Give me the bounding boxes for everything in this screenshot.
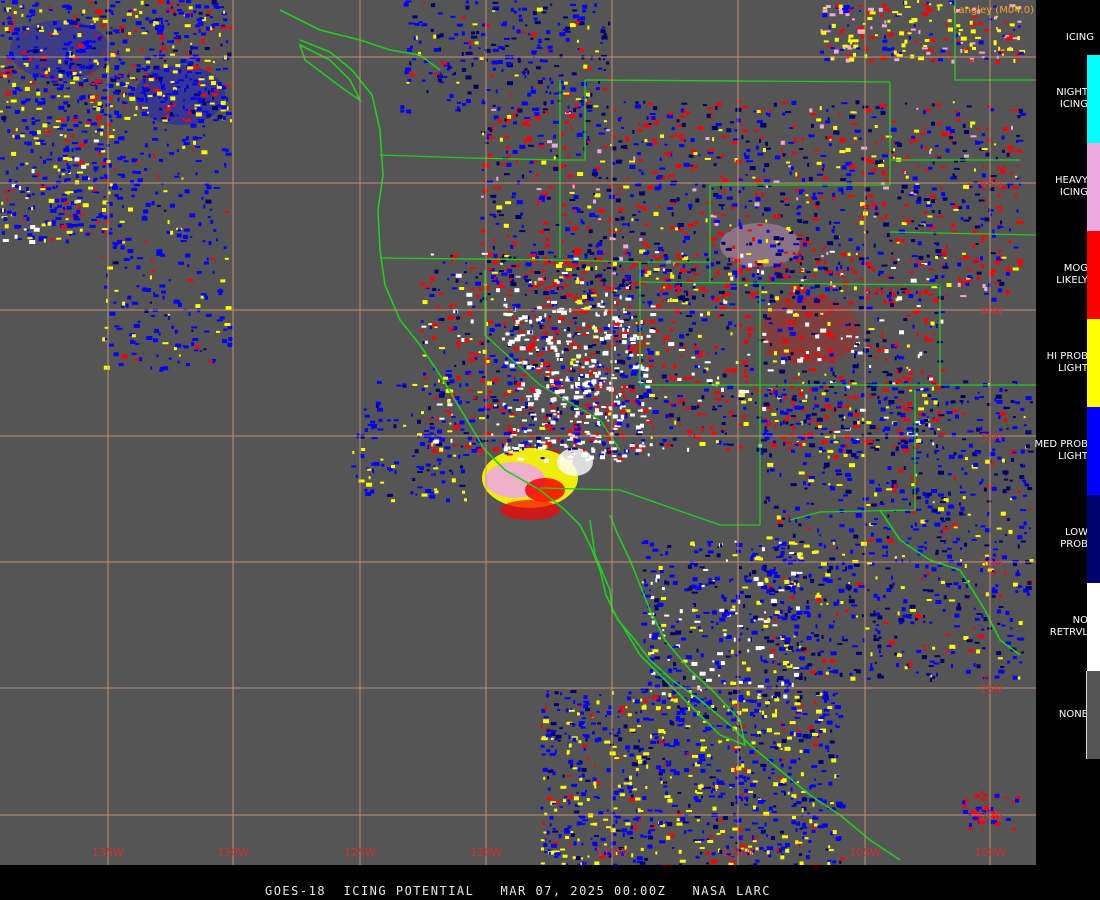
legend-item: LOW PROB xyxy=(1036,495,1100,583)
legend-swatch xyxy=(1087,407,1100,495)
caption-text: GOES-18 ICING POTENTIAL MAR 07, 2025 00:… xyxy=(264,884,772,898)
legend-label: MOG LIKELY xyxy=(1056,263,1088,286)
longitude-label: 115W xyxy=(596,846,628,859)
legend-swatch xyxy=(1087,143,1100,231)
latitude-label: 35N xyxy=(980,431,1003,444)
legend-item: HI PROB LIGHT xyxy=(1036,319,1100,407)
icing-map xyxy=(0,0,1036,865)
legend-label: NONE xyxy=(1058,709,1088,720)
legend-item: NONE xyxy=(1036,671,1100,759)
latitude-label: 20N xyxy=(980,810,1003,823)
longitude-label: 125W xyxy=(344,846,376,859)
legend-label: NIGHT ICING xyxy=(1056,87,1088,110)
longitude-label: 105W xyxy=(849,846,881,859)
longitude-label: 130W xyxy=(217,846,249,859)
legend-title: ICING xyxy=(1065,32,1094,43)
legend-swatch xyxy=(1087,231,1100,319)
legend-item: NO RETRVL xyxy=(1036,583,1100,671)
legend-item: MED PROB LIGHT xyxy=(1034,407,1100,495)
legend-label: LOW PROB xyxy=(1060,527,1088,550)
legend-swatch xyxy=(1087,319,1100,407)
legend-swatch xyxy=(1087,583,1100,671)
legend-panel: ICING NIGHT ICING HEAVY ICING MOG LIKELY HI… xyxy=(1034,0,1100,900)
legend-swatch xyxy=(1087,495,1100,583)
longitude-label: 135W xyxy=(92,846,124,859)
latitude-label: 30N xyxy=(980,557,1003,570)
legend-label: MED PROB LIGHT xyxy=(1034,439,1088,462)
legend-swatch xyxy=(1087,55,1100,143)
legend-item: HEAVY ICING xyxy=(1036,143,1100,231)
legend-item: MOG LIKELY xyxy=(1036,231,1100,319)
legend-label: HEAVY ICING xyxy=(1055,175,1088,198)
legend-item: NIGHT ICING xyxy=(1036,55,1100,143)
longitude-label: 110W xyxy=(722,846,754,859)
latitude-label: 45N xyxy=(980,178,1003,191)
legend-label: NO RETRVL xyxy=(1049,615,1088,638)
legend-label: HI PROB LIGHT xyxy=(1046,351,1088,374)
legend-swatch xyxy=(1086,671,1100,759)
longitude-label: 120W xyxy=(470,846,502,859)
latitude-label: 25N xyxy=(980,683,1003,696)
longitude-label: 100W xyxy=(974,846,1006,859)
credit-text: Langley (M04.0) xyxy=(952,5,1034,16)
latitude-label: 40N xyxy=(980,305,1003,318)
